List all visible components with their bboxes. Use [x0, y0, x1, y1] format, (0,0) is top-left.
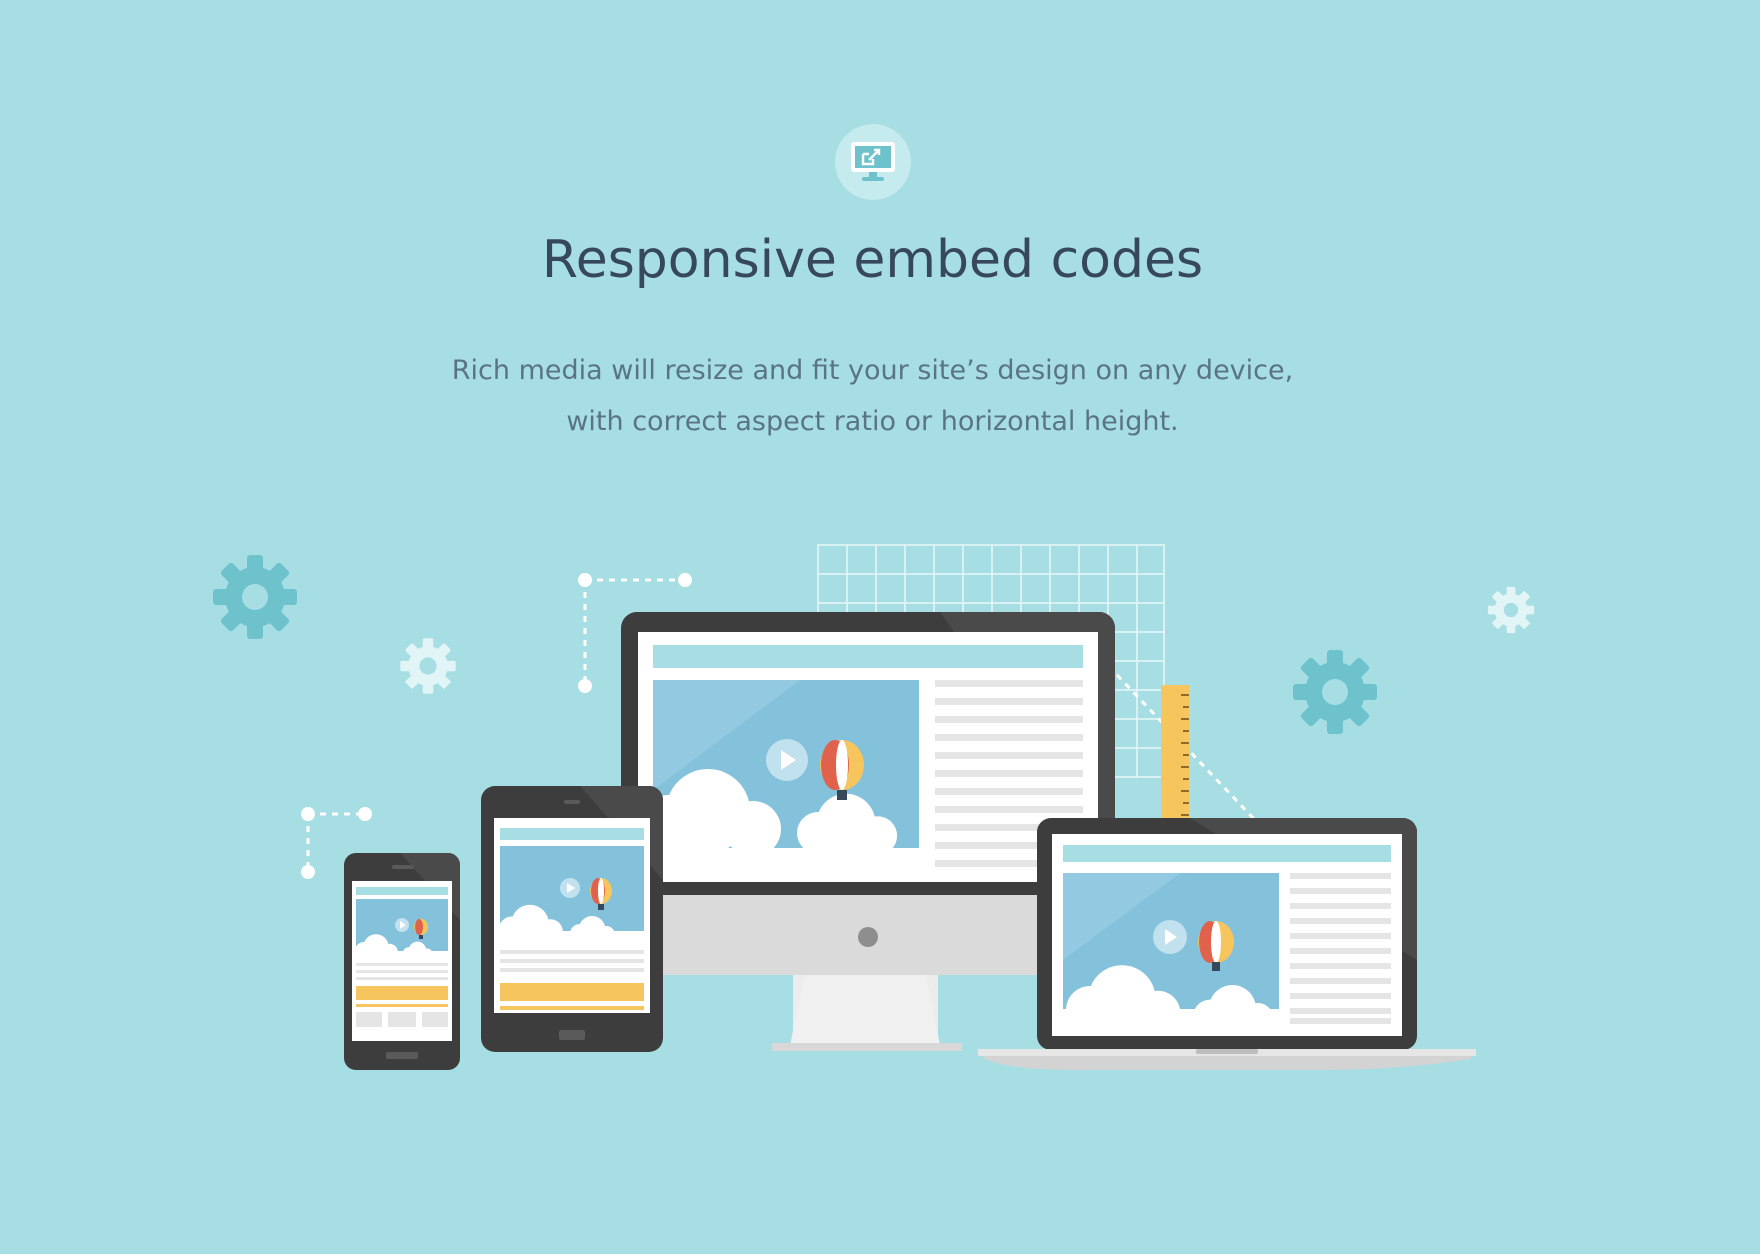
phone [344, 853, 460, 1070]
gear-icon [1487, 586, 1535, 634]
play-icon [766, 739, 808, 781]
laptop [978, 818, 1476, 1070]
tablet [481, 786, 664, 1052]
gear-icon [400, 638, 456, 694]
responsive-devices-illustration [213, 544, 1535, 1070]
ruler [1161, 685, 1189, 835]
gear-icon [1293, 650, 1377, 734]
gear-icon [213, 555, 297, 639]
